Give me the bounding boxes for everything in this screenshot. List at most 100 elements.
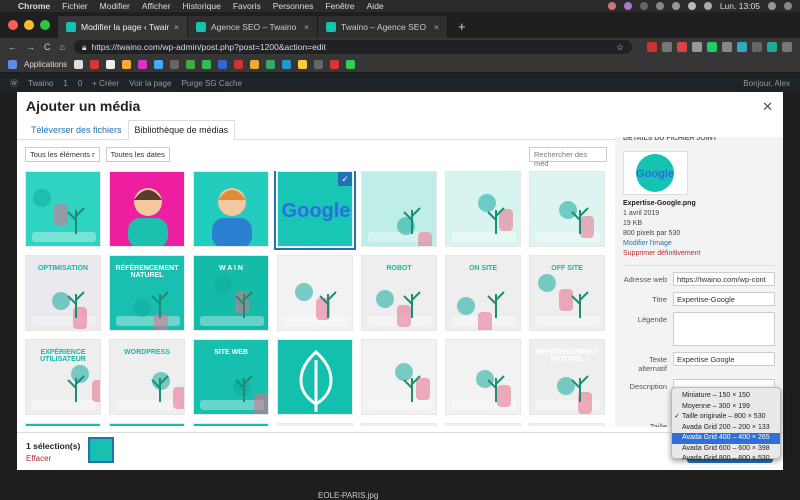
- close-icon[interactable]: ✕: [762, 99, 773, 115]
- tile-row4-b[interactable]: [277, 423, 353, 426]
- address-bar[interactable]: 🔒︎ https://twaino.com/wp-admin/post.php?…: [73, 40, 632, 54]
- wp-site-name[interactable]: Twaino: [28, 79, 53, 88]
- tile-illustrations[interactable]: ILLUSTRATIONS: [109, 423, 185, 426]
- tab-media-library[interactable]: Bibliothèque de médias: [127, 120, 236, 140]
- bookmark-star-icon[interactable]: ☆: [616, 42, 624, 53]
- tile-on-site[interactable]: ON SITE: [445, 255, 521, 331]
- fullscreen-window-icon[interactable]: [40, 20, 50, 30]
- close-tab-icon[interactable]: ×: [304, 22, 309, 32]
- bookmark-applications[interactable]: Applications: [24, 60, 67, 69]
- instagram-icon[interactable]: [138, 59, 148, 69]
- menu-fenetre[interactable]: Fenêtre: [325, 1, 354, 11]
- tile-plant-woman[interactable]: [529, 171, 605, 247]
- size-option[interactable]: ✓ Taille originale – 800 × 530: [672, 412, 780, 423]
- tile-leaf[interactable]: [277, 339, 353, 415]
- wordpress-logo-icon[interactable]: Ⓦ: [10, 78, 18, 89]
- wifi-icon[interactable]: [671, 2, 680, 10]
- analytics-icon[interactable]: [298, 59, 308, 69]
- tab-upload-files[interactable]: Téléverser des fichiers: [25, 121, 128, 139]
- tile-site-web[interactable]: SITE WEB: [193, 339, 269, 415]
- new-tab-button[interactable]: +: [448, 16, 476, 38]
- tile-desk[interactable]: [277, 255, 353, 331]
- tile-redaction-web[interactable]: RÉDACTION WEB: [25, 423, 101, 426]
- check-icon[interactable]: ✓: [338, 172, 352, 186]
- search-icon[interactable]: [768, 2, 776, 10]
- tile-wordpress[interactable]: WORDPRESS: [109, 339, 185, 415]
- size-option[interactable]: Avada Grid 800 – 800 × 530: [672, 454, 780, 465]
- wp-view-page[interactable]: Voir la page: [129, 79, 171, 88]
- close-tab-icon[interactable]: ×: [174, 22, 179, 32]
- tile-robot[interactable]: ROBOT: [361, 255, 437, 331]
- size-option[interactable]: Moyenne – 300 × 199: [672, 402, 780, 413]
- twitter-icon[interactable]: [154, 59, 164, 69]
- status-app-icon-3[interactable]: [639, 2, 648, 10]
- tile-man-avatar[interactable]: [193, 171, 269, 247]
- bookmark-icon[interactable]: [170, 59, 180, 69]
- profile-icon[interactable]: [767, 42, 777, 52]
- tile-rating[interactable]: [361, 171, 437, 247]
- cloud-icon[interactable]: [655, 2, 664, 10]
- bookmark-icon[interactable]: [106, 59, 116, 69]
- legend-field[interactable]: [673, 312, 775, 346]
- tile-woman-avatar[interactable]: [109, 171, 185, 247]
- extension-icon[interactable]: [692, 42, 702, 52]
- tile-waino[interactable]: W A I N: [193, 255, 269, 331]
- close-tab-icon[interactable]: ×: [434, 22, 439, 32]
- status-app-icon-2[interactable]: [623, 2, 632, 10]
- menu-historique[interactable]: Historique: [183, 1, 221, 11]
- menu-favoris[interactable]: Favoris: [233, 1, 261, 11]
- wp-purge-cache[interactable]: Purge SG Cache: [181, 79, 241, 88]
- browser-tab[interactable]: Twaino – Agence SEO ×: [318, 16, 448, 38]
- battery-icon[interactable]: [703, 2, 712, 10]
- clear-selection-link[interactable]: Effacer: [26, 454, 51, 463]
- menu-dots-icon[interactable]: [782, 42, 792, 52]
- wp-new[interactable]: + Créer: [92, 79, 119, 88]
- menubar-clock[interactable]: Lun. 13:05: [720, 1, 760, 11]
- bookmark-icon[interactable]: [282, 59, 292, 69]
- delete-permanently-link[interactable]: Supprimer définitivement: [623, 250, 700, 257]
- extension-icon[interactable]: [752, 42, 762, 52]
- bookmark-icon[interactable]: [234, 59, 244, 69]
- filter-date-select[interactable]: Toutes les dates: [105, 147, 170, 162]
- bookmark-icon[interactable]: [266, 59, 276, 69]
- bookmark-icon[interactable]: [90, 59, 100, 69]
- bookmark-icon[interactable]: [314, 59, 324, 69]
- size-option[interactable]: Avada Grid 400 – 400 × 265: [672, 433, 780, 444]
- tile-experience-utilisateur[interactable]: EXPÉRIENCE UTILISATEUR: [25, 339, 101, 415]
- whatsapp-icon[interactable]: [346, 59, 356, 69]
- menu-aide[interactable]: Aide: [367, 1, 384, 11]
- browser-tab[interactable]: Agence SEO – Twaino ×: [188, 16, 318, 38]
- extension-icon[interactable]: [722, 42, 732, 52]
- menu-app-name[interactable]: Chrome: [18, 1, 50, 11]
- menu-afficher[interactable]: Afficher: [142, 1, 171, 11]
- bookmark-icon[interactable]: [74, 59, 84, 69]
- tile-plants[interactable]: [25, 171, 101, 247]
- bookmark-icon[interactable]: [202, 59, 212, 69]
- menu-personnes[interactable]: Personnes: [273, 1, 314, 11]
- menu-fichier[interactable]: Fichier: [62, 1, 88, 11]
- size-option[interactable]: Miniature – 150 × 150: [672, 391, 780, 402]
- flag-icon[interactable]: [687, 2, 696, 10]
- tile-reading[interactable]: [361, 339, 437, 415]
- minimize-window-icon[interactable]: [24, 20, 34, 30]
- size-option[interactable]: Avada Grid 600 – 600 × 398: [672, 444, 780, 455]
- back-icon[interactable]: ←: [8, 42, 17, 52]
- status-app-icon[interactable]: [607, 2, 616, 10]
- wp-greeting[interactable]: Bonjour, Alex: [743, 79, 790, 88]
- pinterest-icon[interactable]: [677, 42, 687, 52]
- tile-row4-a[interactable]: [193, 423, 269, 426]
- url-field[interactable]: https://twaino.com/wp-cont: [673, 272, 775, 286]
- size-option[interactable]: Avada Grid 200 – 200 × 133: [672, 423, 780, 434]
- tile-watering[interactable]: [445, 339, 521, 415]
- tile-row4-e[interactable]: [529, 423, 605, 426]
- bookmark-icon[interactable]: [330, 59, 340, 69]
- tile-row4-d[interactable]: [445, 423, 521, 426]
- menu-list-icon[interactable]: [784, 2, 792, 10]
- wp-comments[interactable]: 0: [78, 79, 82, 88]
- selected-thumbnail[interactable]: [88, 437, 114, 463]
- tile-woman-laptop[interactable]: [445, 171, 521, 247]
- extension-icon[interactable]: [662, 42, 672, 52]
- tile-referencement-naturel[interactable]: RÉFÉRENCEMENT NATUREL: [109, 255, 185, 331]
- extension-icon[interactable]: [707, 42, 717, 52]
- alt-field[interactable]: Expertise Google: [673, 352, 775, 366]
